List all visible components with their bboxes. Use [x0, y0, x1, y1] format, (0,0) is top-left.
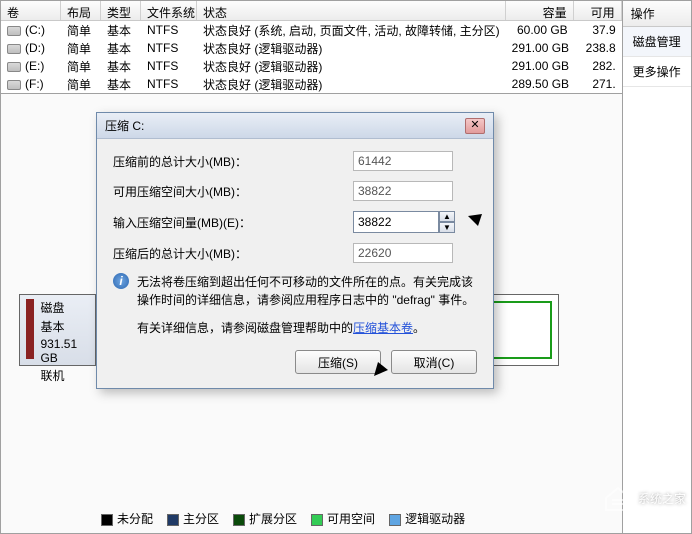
value-total-after: 22620	[353, 243, 453, 263]
col-filesystem[interactable]: 文件系统	[141, 1, 197, 20]
col-volume[interactable]: 卷	[1, 1, 61, 20]
value-available-shrink: 38822	[353, 181, 453, 201]
shrink-button[interactable]: 压缩(S)	[295, 350, 381, 374]
table-header: 卷 布局 类型 文件系统 状态 容量 可用	[1, 1, 622, 21]
actions-pane: 操作 磁盘管理 更多操作	[623, 1, 691, 533]
label-shrink-amount: 输入压缩空间量(MB)(E)：	[113, 214, 353, 231]
shrink-dialog: 压缩 C: ✕ 压缩前的总计大小(MB)： 61442 可用压缩空间大小(MB)…	[96, 112, 494, 389]
action-disk-management[interactable]: 磁盘管理	[623, 27, 691, 57]
actions-header: 操作	[623, 1, 691, 27]
col-type[interactable]: 类型	[101, 1, 141, 20]
disk-name: 磁盘	[40, 299, 89, 316]
action-more[interactable]: 更多操作	[623, 57, 691, 87]
col-status[interactable]: 状态	[197, 1, 506, 20]
table-row[interactable]: (E:)简单基本NTFS状态良好 (逻辑驱动器)291.00 GB282.	[1, 57, 622, 75]
disk-state: 联机	[40, 367, 89, 384]
help-link[interactable]: 压缩基本卷	[353, 321, 413, 335]
shrink-amount-input[interactable]	[353, 211, 439, 233]
legend-logical: 逻辑驱动器	[405, 512, 465, 526]
volume-table: 卷 布局 类型 文件系统 状态 容量 可用 (C:)简单基本NTFS状态良好 (…	[1, 1, 622, 94]
info-icon: i	[113, 273, 129, 289]
legend: 未分配 主分区 扩展分区 可用空间 逻辑驱动器	[101, 510, 465, 527]
value-total-before: 61442	[353, 151, 453, 171]
disk-type: 基本	[40, 318, 89, 335]
dialog-titlebar[interactable]: 压缩 C: ✕	[97, 113, 493, 139]
spin-up-icon[interactable]: ▲	[439, 211, 455, 222]
col-layout[interactable]: 布局	[61, 1, 101, 20]
watermark: 系统之家	[602, 482, 686, 514]
legend-primary: 主分区	[183, 512, 219, 526]
table-row[interactable]: (D:)简单基本NTFS状态良好 (逻辑驱动器)291.00 GB238.8	[1, 39, 622, 57]
col-free[interactable]: 可用	[574, 1, 622, 20]
legend-free: 可用空间	[327, 512, 375, 526]
label-total-after: 压缩后的总计大小(MB)：	[113, 245, 353, 262]
spin-down-icon[interactable]: ▼	[439, 222, 455, 233]
label-available-shrink: 可用压缩空间大小(MB)：	[113, 183, 353, 200]
col-capacity[interactable]: 容量	[506, 1, 574, 20]
help-prefix: 有关详细信息，请参阅磁盘管理帮助中的	[137, 321, 353, 335]
dialog-title: 压缩 C:	[105, 117, 144, 134]
close-icon[interactable]: ✕	[465, 118, 485, 134]
table-row[interactable]: (F:)简单基本NTFS状态良好 (逻辑驱动器)289.50 GB271.	[1, 75, 622, 93]
legend-unallocated: 未分配	[117, 512, 153, 526]
cancel-button[interactable]: 取消(C)	[391, 350, 477, 374]
info-text: 无法将卷压缩到超出任何不可移动的文件所在的点。有关完成该操作时间的详细信息，请参…	[137, 273, 477, 309]
label-total-before: 压缩前的总计大小(MB)：	[113, 153, 353, 170]
table-row[interactable]: (C:)简单基本NTFS状态良好 (系统, 启动, 页面文件, 活动, 故障转储…	[1, 21, 622, 39]
disk-size: 931.51 GB	[40, 337, 89, 365]
disk-label: 磁盘 基本 931.51 GB 联机	[20, 295, 96, 365]
legend-extended: 扩展分区	[249, 512, 297, 526]
